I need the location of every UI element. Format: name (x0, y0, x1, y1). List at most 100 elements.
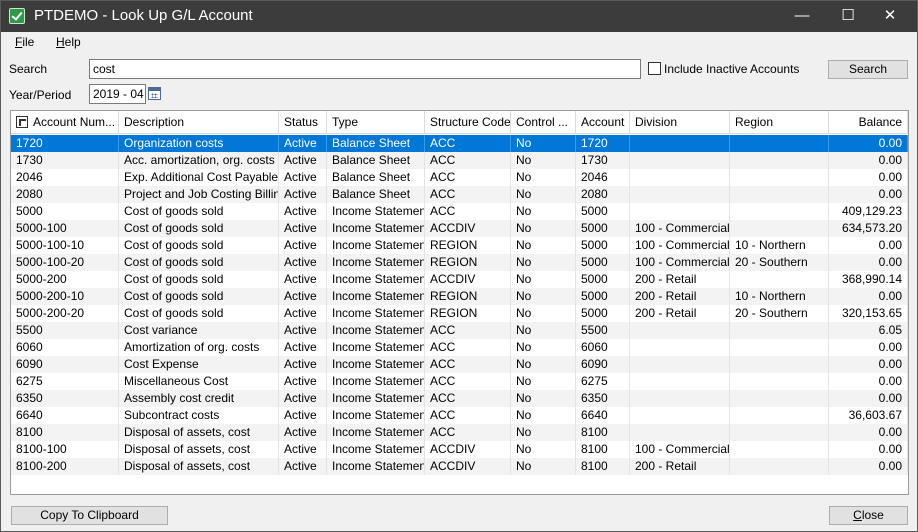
cell-account-number: 8100-100 (11, 441, 119, 458)
cell-division: 200 - Retail (630, 288, 730, 305)
cell-structure-code: ACCDIV (425, 458, 511, 475)
cell-structure-code: ACC (425, 203, 511, 220)
accounts-grid[interactable]: Account Num... Description Status Type Struc… (10, 110, 909, 495)
calendar-icon[interactable] (148, 87, 161, 100)
table-row[interactable]: 5000-200-10 Cost of goods sold Active Incom… (11, 288, 908, 305)
cell-account-number: 2080 (11, 186, 119, 203)
table-row[interactable]: 5000-200 Cost of goods sold Active Income S… (11, 271, 908, 288)
cell-account-number: 6060 (11, 339, 119, 356)
table-row[interactable]: 6275 Miscellaneous Cost Active Income State… (11, 373, 908, 390)
table-row[interactable]: 5000 Cost of goods sold Active Income State… (11, 203, 908, 220)
table-row[interactable]: 6090 Cost Expense Active Income Statement AC… (11, 356, 908, 373)
table-row[interactable]: 5000-100-10 Cost of goods sold Active Incom… (11, 237, 908, 254)
cell-balance: 0.00 (829, 169, 908, 186)
cell-control: No (511, 220, 576, 237)
column-header-account[interactable]: Account (576, 111, 630, 134)
close-icon[interactable]: ✕ (867, 1, 913, 32)
cell-account: 6060 (576, 339, 630, 356)
cell-balance: 0.00 (829, 458, 908, 475)
cell-region: 10 - Northern (730, 288, 829, 305)
close-button[interactable]: Close (829, 506, 908, 525)
column-header-region[interactable]: Region (730, 111, 829, 134)
table-row[interactable]: 8100-100 Disposal of assets, cost Active In… (11, 441, 908, 458)
cell-description: Cost of goods sold (119, 203, 279, 220)
title-bar[interactable]: PTDEMO - Look Up G/L Account — ☐ ✕ (1, 1, 917, 32)
cell-account-number: 6090 (11, 356, 119, 373)
cell-type: Income Statement (327, 339, 425, 356)
search-input[interactable] (89, 59, 641, 79)
cell-status: Active (279, 220, 327, 237)
table-row[interactable]: 2080 Project and Job Costing Billings Acti… (11, 186, 908, 203)
column-header-account-number[interactable]: Account Num... (11, 111, 119, 134)
cell-type: Balance Sheet (327, 135, 425, 152)
column-header-label: Type (332, 115, 359, 129)
column-header-label: Balance (858, 115, 902, 129)
sort-icon[interactable] (16, 116, 28, 128)
column-header-type[interactable]: Type (327, 111, 425, 134)
minimize-icon[interactable]: — (779, 1, 825, 32)
cell-region (730, 441, 829, 458)
cell-status: Active (279, 288, 327, 305)
cell-description: Miscellaneous Cost (119, 373, 279, 390)
cell-region (730, 373, 829, 390)
cell-balance: 36,603.67 (829, 407, 908, 424)
cell-account-number: 6350 (11, 390, 119, 407)
cell-status: Active (279, 271, 327, 288)
column-header-division[interactable]: Division (630, 111, 730, 134)
cell-balance: 0.00 (829, 254, 908, 271)
column-header-control[interactable]: Control ... (511, 111, 576, 134)
search-button[interactable]: Search (828, 60, 908, 79)
cell-account-number: 8100 (11, 424, 119, 441)
cell-account: 1720 (576, 135, 630, 152)
table-row[interactable]: 8100 Disposal of assets, cost Active Income… (11, 424, 908, 441)
cell-structure-code: ACC (425, 373, 511, 390)
column-header-status[interactable]: Status (279, 111, 327, 134)
cell-balance: 0.00 (829, 390, 908, 407)
cell-status: Active (279, 424, 327, 441)
copy-to-clipboard-button[interactable]: Copy To Clipboard (11, 506, 168, 525)
table-row[interactable]: 6060 Amortization of org. costs Active Inco… (11, 339, 908, 356)
cell-division (630, 339, 730, 356)
menu-file[interactable]: File (15, 35, 34, 49)
column-header-balance[interactable]: Balance (829, 111, 908, 134)
period-input[interactable]: 2019 - 04 (89, 84, 146, 104)
table-row[interactable]: 1730 Acc. amortization, org. costs Active B… (11, 152, 908, 169)
table-row[interactable]: 2046 Exp. Additional Cost Payables... Acti… (11, 169, 908, 186)
cell-account-number: 1720 (11, 135, 119, 152)
table-row[interactable]: 6640 Subcontract costs Active Income Statem… (11, 407, 908, 424)
include-inactive-label: Include Inactive Accounts (664, 62, 800, 76)
cell-division: 200 - Retail (630, 305, 730, 322)
menu-help[interactable]: Help (56, 35, 81, 49)
column-header-description[interactable]: Description (119, 111, 279, 134)
cell-control: No (511, 339, 576, 356)
cell-region (730, 152, 829, 169)
table-row[interactable]: 8100-200 Disposal of assets, cost Active In… (11, 458, 908, 475)
cell-division (630, 135, 730, 152)
cell-account-number: 5000-100-10 (11, 237, 119, 254)
column-header-structure-code[interactable]: Structure Code (425, 111, 511, 134)
cell-balance: 0.00 (829, 152, 908, 169)
table-row[interactable]: 5500 Cost variance Active Income Statement A… (11, 322, 908, 339)
cell-type: Income Statement (327, 424, 425, 441)
cell-structure-code: REGION (425, 237, 511, 254)
cell-description: Assembly cost credit (119, 390, 279, 407)
cell-type: Income Statement (327, 237, 425, 254)
maximize-icon[interactable]: ☐ (825, 1, 871, 32)
cell-region: 20 - Southern (730, 305, 829, 322)
table-row[interactable]: 1720 Organization costs Active Balance Shee… (11, 135, 908, 152)
cell-control: No (511, 203, 576, 220)
cell-account: 8100 (576, 458, 630, 475)
cell-balance: 0.00 (829, 186, 908, 203)
cell-account-number: 5000-200-10 (11, 288, 119, 305)
column-header-label: Division (635, 115, 678, 129)
grid-header: Account Num... Description Status Type Struc… (11, 111, 908, 134)
table-row[interactable]: 6350 Assembly cost credit Active Income Sta… (11, 390, 908, 407)
include-inactive-checkbox[interactable] (648, 62, 661, 75)
cell-account-number: 2046 (11, 169, 119, 186)
cell-division (630, 407, 730, 424)
cell-control: No (511, 407, 576, 424)
table-row[interactable]: 5000-100 Cost of goods sold Active Income S… (11, 220, 908, 237)
table-row[interactable]: 5000-200-20 Cost of goods sold Active Incom… (11, 305, 908, 322)
table-row[interactable]: 5000-100-20 Cost of goods sold Active Incom… (11, 254, 908, 271)
column-header-label: Control ... (516, 115, 569, 129)
